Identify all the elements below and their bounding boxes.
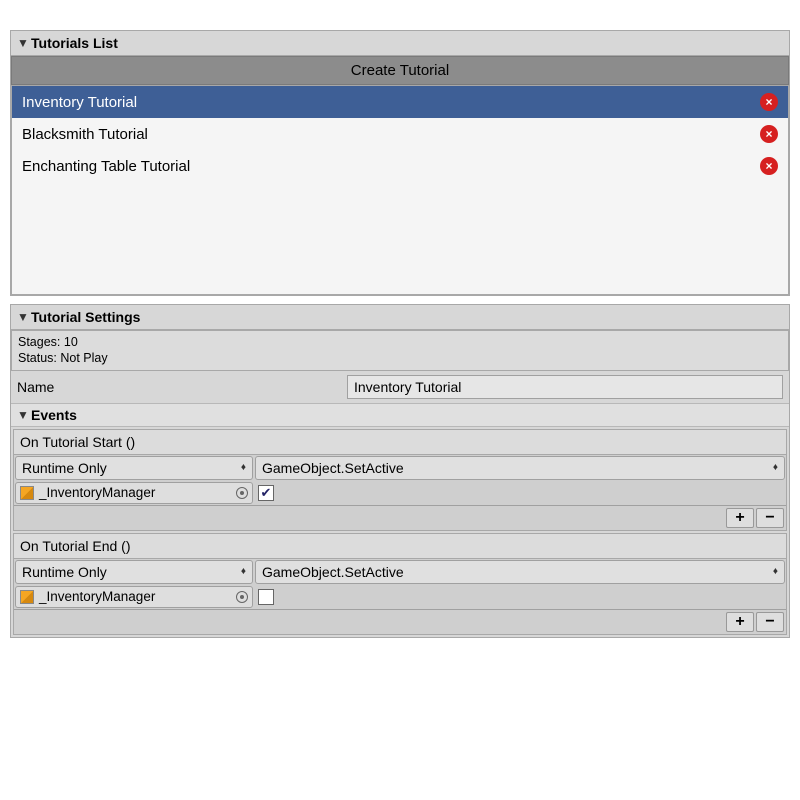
tutorial-item-label: Blacksmith Tutorial	[22, 126, 148, 143]
bool-checkbox[interactable]: ✔	[258, 485, 274, 501]
object-picker-icon[interactable]	[236, 591, 248, 603]
add-listener-button[interactable]: +	[726, 508, 754, 528]
event-start-footer: + −	[14, 505, 786, 530]
event-end-row: Runtime Only ♦ _InventoryManager GameObj…	[14, 559, 786, 609]
name-label: Name	[17, 379, 347, 395]
events-header[interactable]: ▼ Events	[11, 404, 789, 427]
create-tutorial-button[interactable]: Create Tutorial	[11, 56, 789, 85]
events-title: Events	[31, 407, 77, 423]
gameobject-icon	[20, 486, 34, 500]
delete-icon[interactable]: ×	[760, 125, 778, 143]
chevron-down-icon: ♦	[241, 462, 246, 473]
name-field-row: Name	[11, 371, 789, 404]
tutorial-item-label: Inventory Tutorial	[22, 94, 137, 111]
tutorials-list-panel: ▼ Tutorials List Create Tutorial Invento…	[10, 30, 790, 296]
tutorial-item-inventory[interactable]: Inventory Tutorial ×	[12, 86, 788, 118]
runtime-dropdown[interactable]: Runtime Only ♦	[15, 560, 253, 584]
foldout-arrow-icon: ▼	[17, 408, 27, 422]
delete-icon[interactable]: ×	[760, 157, 778, 175]
function-dropdown[interactable]: GameObject.SetActive ♦	[255, 456, 785, 480]
object-field[interactable]: _InventoryManager	[15, 586, 253, 608]
delete-icon[interactable]: ×	[760, 93, 778, 111]
tutorial-item-enchanting[interactable]: Enchanting Table Tutorial ×	[12, 150, 788, 182]
remove-listener-button[interactable]: −	[756, 612, 784, 632]
add-listener-button[interactable]: +	[726, 612, 754, 632]
tutorial-settings-header[interactable]: ▼ Tutorial Settings	[11, 305, 789, 330]
bool-checkbox[interactable]	[258, 589, 274, 605]
object-field[interactable]: _InventoryManager	[15, 482, 253, 504]
event-end-block: On Tutorial End () Runtime Only ♦ _Inven…	[13, 533, 787, 635]
event-start-row: Runtime Only ♦ _InventoryManager GameObj…	[14, 455, 786, 505]
chevron-down-icon: ♦	[773, 566, 778, 577]
status-label: Status: Not Play	[18, 350, 782, 366]
event-start-label: On Tutorial Start ()	[14, 430, 786, 455]
foldout-arrow-icon: ▼	[17, 36, 27, 50]
tutorial-settings-title: Tutorial Settings	[31, 309, 140, 325]
tutorial-list: Inventory Tutorial × Blacksmith Tutorial…	[11, 85, 789, 295]
status-info: Stages: 10 Status: Not Play	[11, 330, 789, 371]
event-end-label: On Tutorial End ()	[14, 534, 786, 559]
stages-label: Stages: 10	[18, 334, 782, 350]
chevron-down-icon: ♦	[773, 462, 778, 473]
tutorial-item-blacksmith[interactable]: Blacksmith Tutorial ×	[12, 118, 788, 150]
tutorials-list-title: Tutorials List	[31, 35, 118, 51]
foldout-arrow-icon: ▼	[17, 310, 27, 324]
tutorials-list-header[interactable]: ▼ Tutorials List	[11, 31, 789, 56]
event-start-block: On Tutorial Start () Runtime Only ♦ _Inv…	[13, 429, 787, 531]
event-end-footer: + −	[14, 609, 786, 634]
chevron-down-icon: ♦	[241, 566, 246, 577]
function-dropdown[interactable]: GameObject.SetActive ♦	[255, 560, 785, 584]
tutorial-item-label: Enchanting Table Tutorial	[22, 158, 190, 175]
runtime-dropdown[interactable]: Runtime Only ♦	[15, 456, 253, 480]
tutorial-settings-panel: ▼ Tutorial Settings Stages: 10 Status: N…	[10, 304, 790, 638]
object-picker-icon[interactable]	[236, 487, 248, 499]
name-input[interactable]	[347, 375, 783, 399]
gameobject-icon	[20, 590, 34, 604]
remove-listener-button[interactable]: −	[756, 508, 784, 528]
